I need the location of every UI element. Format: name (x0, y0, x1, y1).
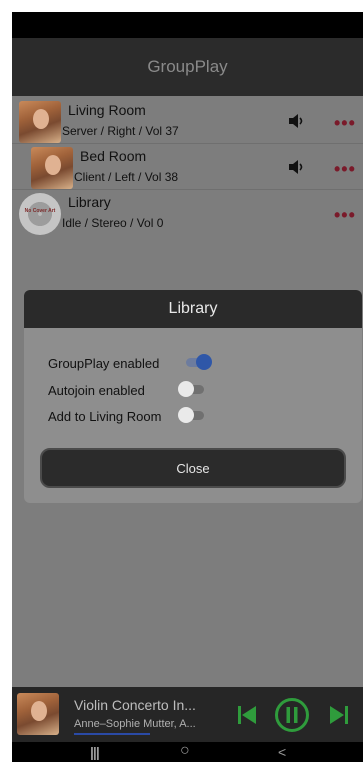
track-artist: Anne–Sophie Mutter, A... (74, 718, 196, 730)
home-icon[interactable]: ○ (180, 742, 190, 760)
now-playing-bar[interactable]: Violin Concerto In... Anne–Sophie Mutter… (12, 687, 363, 742)
room-settings-dialog: Library GroupPlay enabled Autojoin enabl… (24, 290, 362, 503)
volume-icon[interactable] (288, 160, 306, 174)
groupplay-enabled-label: GroupPlay enabled (48, 356, 160, 371)
room-status: Client / Left / Vol 38 (74, 170, 179, 184)
room-status: Idle / Stereo / Vol 0 (62, 216, 164, 230)
status-bar (12, 12, 363, 38)
room-status: Server / Right / Vol 37 (62, 124, 179, 138)
album-cover-icon (19, 101, 61, 143)
dialog-title: Library (24, 290, 362, 328)
more-options-icon[interactable]: ••• (334, 206, 356, 224)
cover-art-label: No Cover Art (24, 208, 56, 214)
room-name: Living Room (68, 102, 146, 118)
close-button-label: Close (176, 460, 210, 476)
pause-icon[interactable] (274, 697, 310, 733)
no-cover-disc-icon: No Cover Art (19, 193, 61, 235)
autojoin-enabled-label: Autojoin enabled (48, 383, 145, 398)
room-item-library[interactable]: No Cover Art Library Idle / Stereo / Vol… (12, 190, 363, 236)
room-item-bed-room[interactable]: Bed Room Client / Left / Vol 38 ••• (12, 144, 363, 190)
next-track-icon[interactable] (328, 704, 350, 726)
room-item-living-room[interactable]: Living Room Server / Right / Vol 37 ••• (12, 98, 363, 144)
room-name: Library (68, 194, 111, 210)
phone-screen: GroupPlay Living Room Server / Right / V… (12, 12, 363, 762)
app-bar: GroupPlay (12, 38, 363, 96)
add-to-living-room-toggle[interactable] (178, 407, 206, 423)
groupplay-enabled-toggle[interactable] (184, 354, 212, 370)
volume-icon[interactable] (288, 114, 306, 128)
recent-apps-icon[interactable]: ||| (90, 744, 100, 760)
rooms-list: Living Room Server / Right / Vol 37 ••• … (12, 96, 363, 687)
more-options-icon[interactable]: ••• (334, 114, 356, 132)
autojoin-enabled-toggle[interactable] (178, 381, 206, 397)
system-nav-bar: ||| ○ < (12, 742, 363, 762)
album-cover-icon (17, 693, 59, 735)
previous-track-icon[interactable] (236, 704, 258, 726)
album-cover-icon (31, 147, 73, 189)
dialog-title-text: Library (168, 300, 218, 317)
room-name: Bed Room (80, 148, 147, 164)
close-button[interactable]: Close (40, 448, 346, 488)
more-options-icon[interactable]: ••• (334, 160, 356, 178)
back-icon[interactable]: < (278, 744, 286, 760)
playback-progress (74, 733, 150, 735)
app-title: GroupPlay (147, 57, 228, 76)
track-title: Violin Concerto In... (74, 697, 196, 713)
add-to-living-room-label: Add to Living Room (48, 409, 162, 424)
